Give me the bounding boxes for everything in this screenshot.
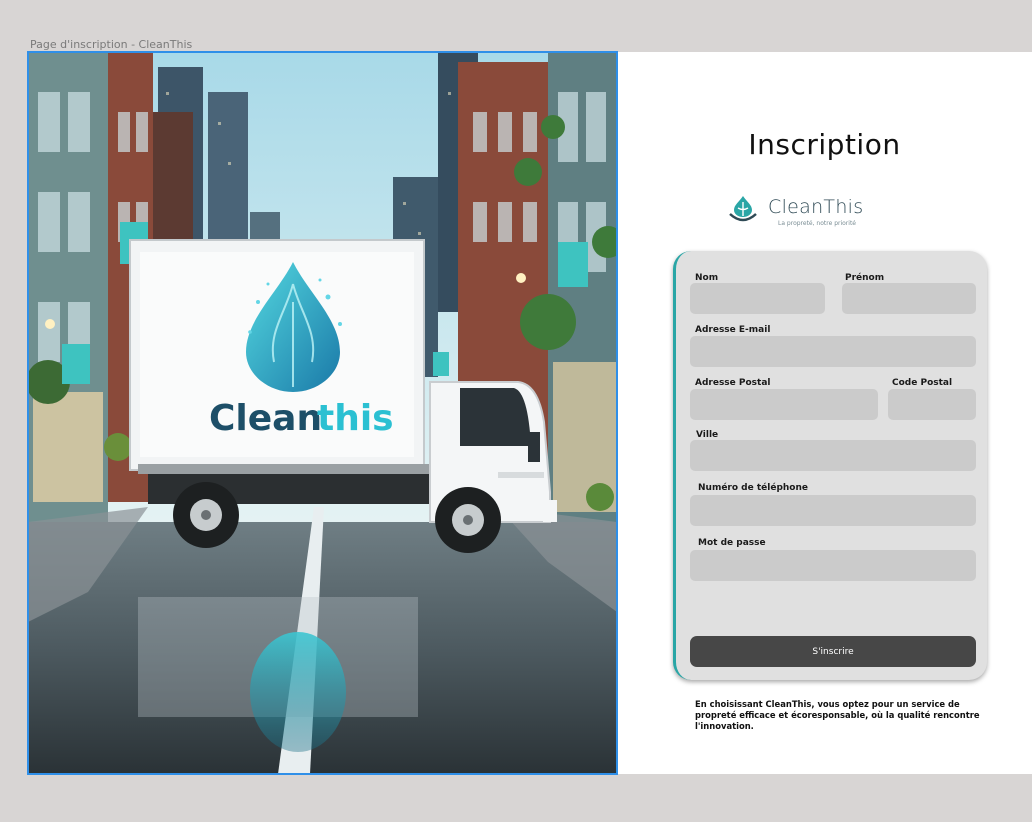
- code-postal-input[interactable]: [888, 389, 976, 420]
- code-postal-label: Code Postal: [892, 378, 953, 388]
- nom-input[interactable]: [690, 283, 825, 314]
- email-input[interactable]: [690, 336, 976, 367]
- password-label: Mot de passe: [698, 538, 766, 548]
- telephone-input[interactable]: [690, 495, 976, 526]
- truck-logo-text-clean: Clean: [209, 398, 322, 439]
- footer-text: En choisissant CleanThis, vous optez pou…: [695, 699, 980, 731]
- prenom-input[interactable]: [842, 283, 976, 314]
- telephone-label: Numéro de téléphone: [698, 483, 808, 493]
- signup-button[interactable]: S'inscrire: [690, 636, 976, 667]
- nom-label: Nom: [695, 273, 719, 283]
- adresse-label: Adresse Postal: [695, 378, 771, 388]
- password-input[interactable]: [690, 550, 976, 581]
- prenom-label: Prénom: [845, 273, 885, 283]
- frame-label: Page d'inscription - CleanThis: [30, 38, 193, 51]
- brand-name: CleanThis: [768, 196, 864, 218]
- email-label: Adresse E-mail: [695, 325, 771, 335]
- hero-image: Clean this: [27, 51, 618, 775]
- leaf-drop-icon: [728, 194, 758, 230]
- truck-logo-text-this: this: [317, 398, 394, 439]
- adresse-input[interactable]: [690, 389, 878, 420]
- page-title: Inscription: [748, 128, 901, 161]
- ville-label: Ville: [696, 430, 719, 440]
- brand-tagline: La propreté, notre priorité: [778, 220, 856, 227]
- brand-logo: CleanThis La propreté, notre priorité: [728, 194, 888, 234]
- signup-page: Clean this Inscription CleanThis La prop…: [27, 51, 1032, 775]
- ville-input[interactable]: [690, 440, 976, 471]
